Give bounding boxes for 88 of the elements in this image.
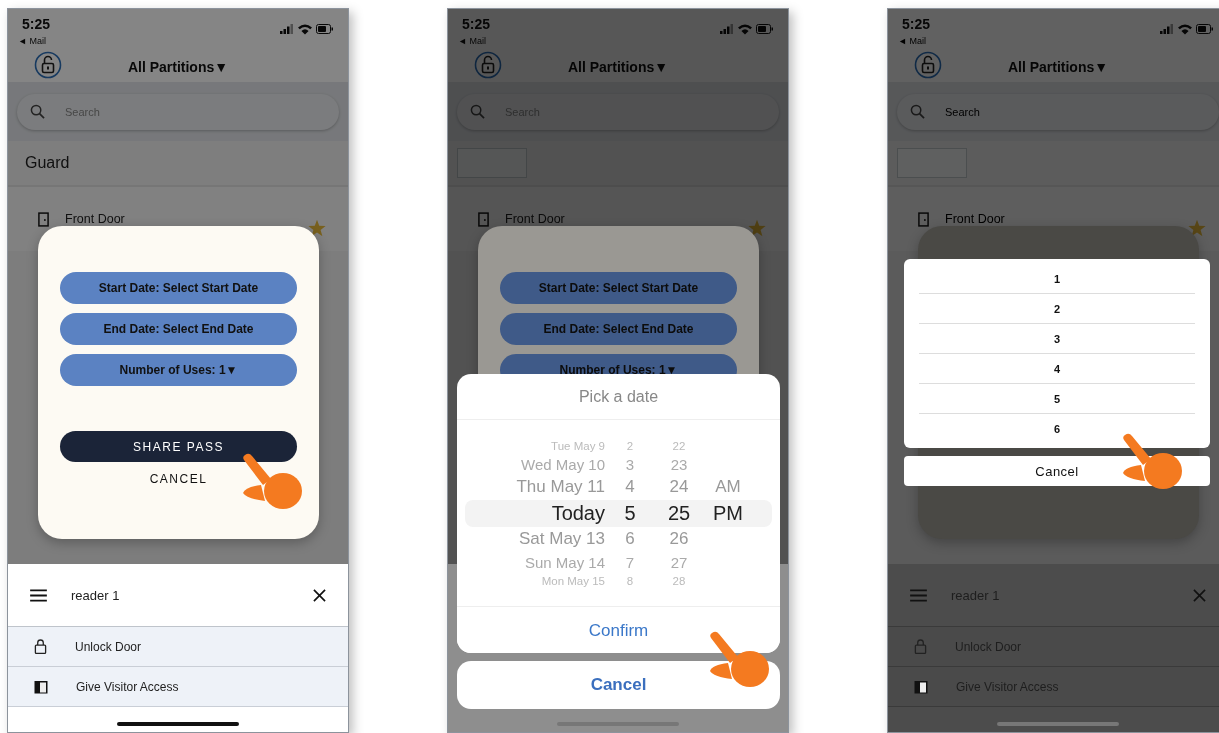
battery-icon (316, 24, 333, 34)
date-option: Sat May 13 (465, 529, 605, 549)
dialog-title: Pick a date (578, 387, 659, 406)
search-icon (30, 103, 45, 119)
lock-icon (34, 638, 47, 655)
action-item[interactable]: Unlock Door (8, 627, 348, 667)
number-option[interactable]: 4 (919, 354, 1195, 384)
back-link[interactable]: ◄ Mail (18, 36, 46, 46)
option-button[interactable]: Number of Uses: 1▼ (60, 354, 297, 386)
hour-option: 6 (605, 529, 655, 549)
date-option: Today (465, 501, 605, 525)
action-label: Unlock Door (75, 639, 142, 654)
search-field[interactable]: Search (897, 93, 1219, 130)
number-option[interactable]: 6 (919, 414, 1195, 443)
action-item[interactable]: Give Visitor Access (8, 667, 348, 707)
number-option[interactable]: 2 (919, 294, 1195, 324)
option-button[interactable]: End Date: Select End Date (60, 313, 297, 345)
minute-option: 27 (655, 553, 703, 571)
share-pass-button[interactable]: SHARE PASS (60, 431, 297, 462)
wifi-icon (298, 24, 312, 35)
unlock-icon[interactable] (914, 51, 942, 79)
date-option: Thu May 11 (465, 477, 605, 497)
minute-option: 24 (655, 477, 703, 497)
cancel-button[interactable]: Cancel (457, 661, 780, 709)
number-option[interactable]: 5 (919, 384, 1195, 414)
battery-icon (1196, 24, 1213, 34)
signal-icon (1160, 24, 1173, 34)
back-link[interactable]: ◄ Mail (898, 36, 926, 46)
minute-option: 22 (655, 439, 703, 452)
minute-option: 26 (655, 529, 703, 549)
door-icon (38, 211, 49, 227)
lock-icon (914, 638, 927, 655)
signal-icon (280, 24, 293, 34)
door-name[interactable]: Front Door (505, 212, 565, 226)
close-icon[interactable] (313, 588, 326, 602)
am-pm-option: AM (703, 477, 753, 497)
hour-option: 5 (605, 501, 655, 525)
star-icon[interactable] (308, 219, 326, 237)
option-button[interactable]: Start Date: Select Start Date (60, 272, 297, 304)
status-time: 5:25 (22, 16, 51, 32)
reader-name: reader 1 (71, 587, 121, 603)
section-title: Guard (25, 154, 70, 172)
option-button[interactable]: Start Date: Select Start Date (500, 272, 737, 304)
hour-option: 3 (605, 455, 655, 473)
search-icon (470, 103, 485, 119)
date-option: Mon May 15 (465, 574, 605, 587)
confirm-button[interactable]: Confirm (457, 606, 780, 653)
wheel-row[interactable]: Sat May 13 6 26 (465, 526, 772, 552)
star-icon[interactable] (748, 219, 766, 237)
status-time: 5:25 (462, 16, 491, 32)
back-link[interactable]: ◄ Mail (458, 36, 486, 46)
search-icon (910, 103, 925, 119)
door-icon (478, 211, 489, 227)
minute-option: 23 (655, 455, 703, 473)
door-icon (918, 211, 929, 227)
number-option[interactable]: 1 (919, 264, 1195, 294)
number-option[interactable]: 3 (919, 324, 1195, 354)
selected-row-highlight[interactable]: Today 5 25 PM (465, 499, 772, 527)
hour-option: 2 (605, 439, 655, 452)
date-option: Sun May 14 (465, 553, 605, 571)
action-label: Give Visitor Access (76, 679, 179, 694)
hour-option: 8 (605, 574, 655, 587)
partition-dropdown[interactable]: All Partitions▼ (127, 58, 229, 75)
am-pm-option: PM (703, 501, 753, 525)
option-button[interactable]: End Date: Select End Date (500, 313, 737, 345)
status-time: 5:25 (902, 16, 931, 32)
door-name[interactable]: Front Door (945, 212, 1005, 226)
door-icon (914, 679, 928, 694)
wifi-icon (1178, 24, 1192, 35)
battery-icon (756, 24, 773, 34)
hour-option: 7 (605, 553, 655, 571)
unlock-icon[interactable] (474, 51, 502, 79)
door-icon (34, 679, 48, 694)
partition-dropdown[interactable]: All Partitions▼ (567, 58, 669, 75)
minute-option: 28 (655, 574, 703, 587)
wheel-row[interactable]: Thu May 11 4 24 AM (465, 474, 772, 500)
wifi-icon (738, 24, 752, 35)
unlock-icon[interactable] (34, 51, 62, 79)
cancel-button[interactable]: CANCEL (145, 470, 212, 488)
partition-dropdown[interactable]: All Partitions▼ (1007, 58, 1109, 75)
minute-option: 25 (655, 501, 703, 525)
date-option: Tue May 9 (465, 439, 605, 452)
menu-icon[interactable] (30, 588, 47, 602)
door-name[interactable]: Front Door (65, 212, 125, 226)
hour-option: 4 (605, 477, 655, 497)
star-icon[interactable] (1188, 219, 1206, 237)
date-option: Wed May 10 (465, 455, 605, 473)
signal-icon (720, 24, 733, 34)
